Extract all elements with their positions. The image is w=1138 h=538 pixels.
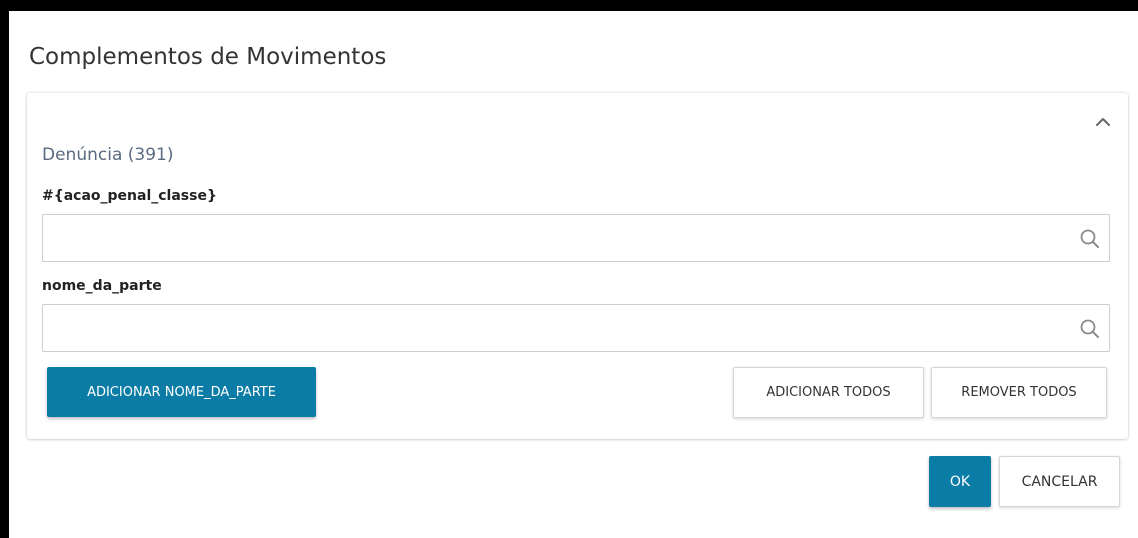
acao-penal-classe-label: #{acao_penal_classe} <box>42 188 217 204</box>
nome-da-parte-label: nome_da_parte <box>42 278 162 294</box>
search-icon <box>1080 319 1099 338</box>
section-title: Denúncia (391) <box>42 145 174 165</box>
remove-all-button[interactable]: REMOVER TODOS <box>931 367 1107 418</box>
acao-penal-classe-input[interactable] <box>43 215 1063 261</box>
complementos-dialog: Complementos de Movimentos Denúncia (391… <box>9 11 1138 538</box>
search-icon <box>1080 229 1099 248</box>
ok-button[interactable]: OK <box>929 456 991 507</box>
nome-da-parte-search-button[interactable] <box>1079 318 1101 340</box>
add-nome-da-parte-button[interactable]: ADICIONAR NOME_DA_PARTE <box>47 367 316 417</box>
dialog-title: Complementos de Movimentos <box>29 44 387 70</box>
nome-da-parte-field <box>42 304 1110 352</box>
window-frame-top <box>0 0 1138 11</box>
add-all-button[interactable]: ADICIONAR TODOS <box>733 367 924 418</box>
denuncia-panel: Denúncia (391) #{acao_penal_classe} nome… <box>27 93 1128 439</box>
chevron-up-icon <box>1096 118 1110 126</box>
nome-da-parte-input[interactable] <box>43 305 1063 351</box>
acao-penal-classe-field <box>42 214 1110 262</box>
cancel-button[interactable]: CANCELAR <box>999 456 1120 507</box>
window-frame-left <box>0 0 9 538</box>
collapse-button[interactable] <box>1092 111 1114 133</box>
acao-penal-classe-search-button[interactable] <box>1079 228 1101 250</box>
